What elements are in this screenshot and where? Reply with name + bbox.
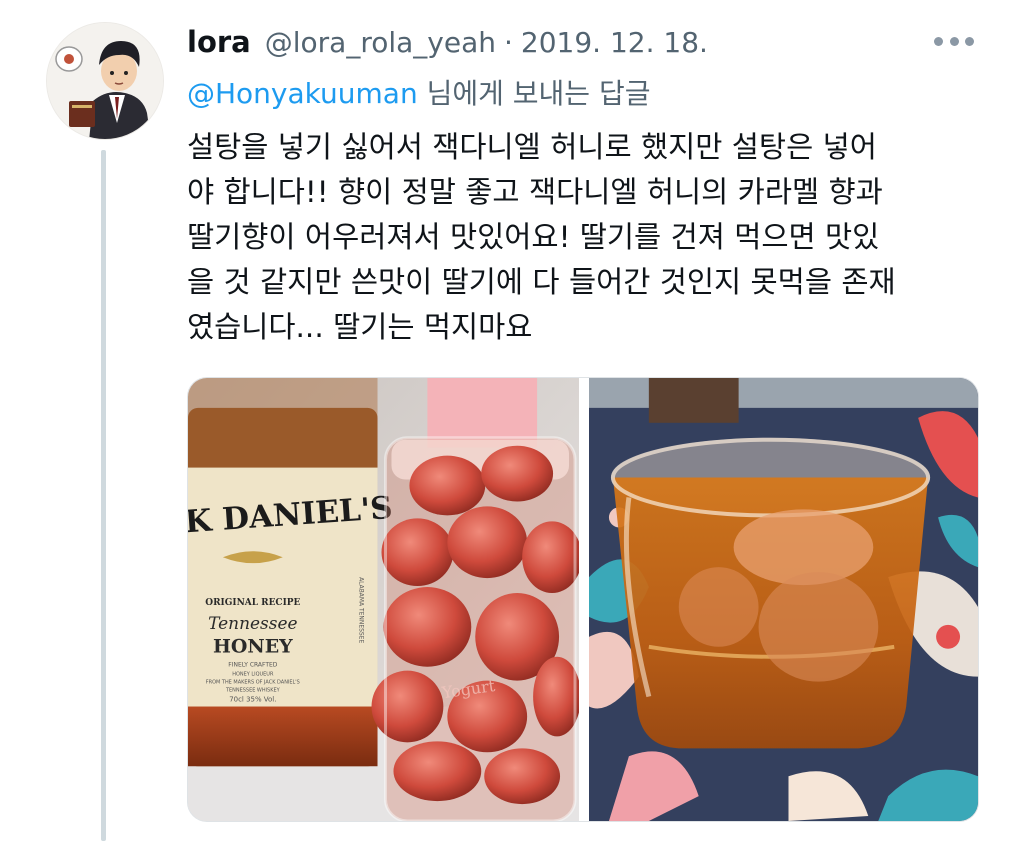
tweet-date[interactable]: 2019. 12. 18. xyxy=(521,26,708,59)
bottle-tennessee-text: Tennessee xyxy=(208,613,297,633)
more-horizontal-icon-dot xyxy=(965,36,974,46)
photo-drink-glass[interactable] xyxy=(589,378,978,821)
more-horizontal-icon xyxy=(934,36,943,46)
tweet-media-grid: JACK DANIEL'S ORIGINAL RECIPE Tennessee … xyxy=(187,377,979,822)
tweet-text-line: 을 것 같지만 쓴맛이 딸기에 다 들어간 것인지 못먹을 존재 xyxy=(187,265,896,299)
photo-bottle-and-jar[interactable]: JACK DANIEL'S ORIGINAL RECIPE Tennessee … xyxy=(188,378,579,821)
tweet-reply[interactable]: lora @lora_rola_yeah · 2019. 12. 18. @Ho… xyxy=(0,0,1024,841)
bottle-recipe-text: ORIGINAL RECIPE xyxy=(205,598,300,608)
display-name[interactable]: lora xyxy=(187,25,251,59)
bottle-side-text: ALABAMA TENNESSEE xyxy=(358,577,365,643)
tweet-text-line: 였습니다... 딸기는 먹지마요 xyxy=(187,310,533,344)
replying-to: @Honyakuuman 님에게 보내는 답글 xyxy=(187,72,650,112)
reply-mention-link[interactable]: @Honyakuuman xyxy=(187,77,418,110)
tweet-text-line: 야 합니다!! 향이 정말 좋고 잭다니엘 허니의 카라멜 향과 xyxy=(187,175,883,209)
reply-suffix: 님에게 보내는 답글 xyxy=(417,77,651,110)
bottle-small-text: TENNESSEE WHISKEY xyxy=(225,688,281,694)
bottle-small-text: FINELY CRAFTED xyxy=(228,662,277,669)
tweet-text: 설탕을 넣기 싫어서 잭다니엘 허니로 했지만 설탕은 넣어 야 합니다!! 향… xyxy=(187,125,987,350)
bottle-volume-text: 70cl 35% Vol. xyxy=(229,696,276,704)
avatar-illustration-icon xyxy=(47,23,163,139)
bottle-small-text: FROM THE MAKERS OF JACK DANIEL'S xyxy=(206,680,300,686)
separator-dot: · xyxy=(504,25,513,59)
avatar[interactable] xyxy=(46,22,164,140)
tweet-text-line: 딸기향이 어우러져서 맛있어요! 딸기를 건져 먹으면 맛있 xyxy=(187,220,880,254)
thread-connector-line xyxy=(101,150,106,841)
bottle-small-text: HONEY LIQUEUR xyxy=(232,672,274,678)
bottle-honey-text: HONEY xyxy=(213,636,293,658)
more-options-button[interactable] xyxy=(928,28,980,54)
more-horizontal-icon-dot xyxy=(949,36,959,46)
user-handle[interactable]: @lora_rola_yeah xyxy=(265,26,496,59)
tweet-text-line: 설탕을 넣기 싫어서 잭다니엘 허니로 했지만 설탕은 넣어 xyxy=(187,130,877,164)
tweet-header: lora @lora_rola_yeah · 2019. 12. 18. xyxy=(187,20,708,64)
